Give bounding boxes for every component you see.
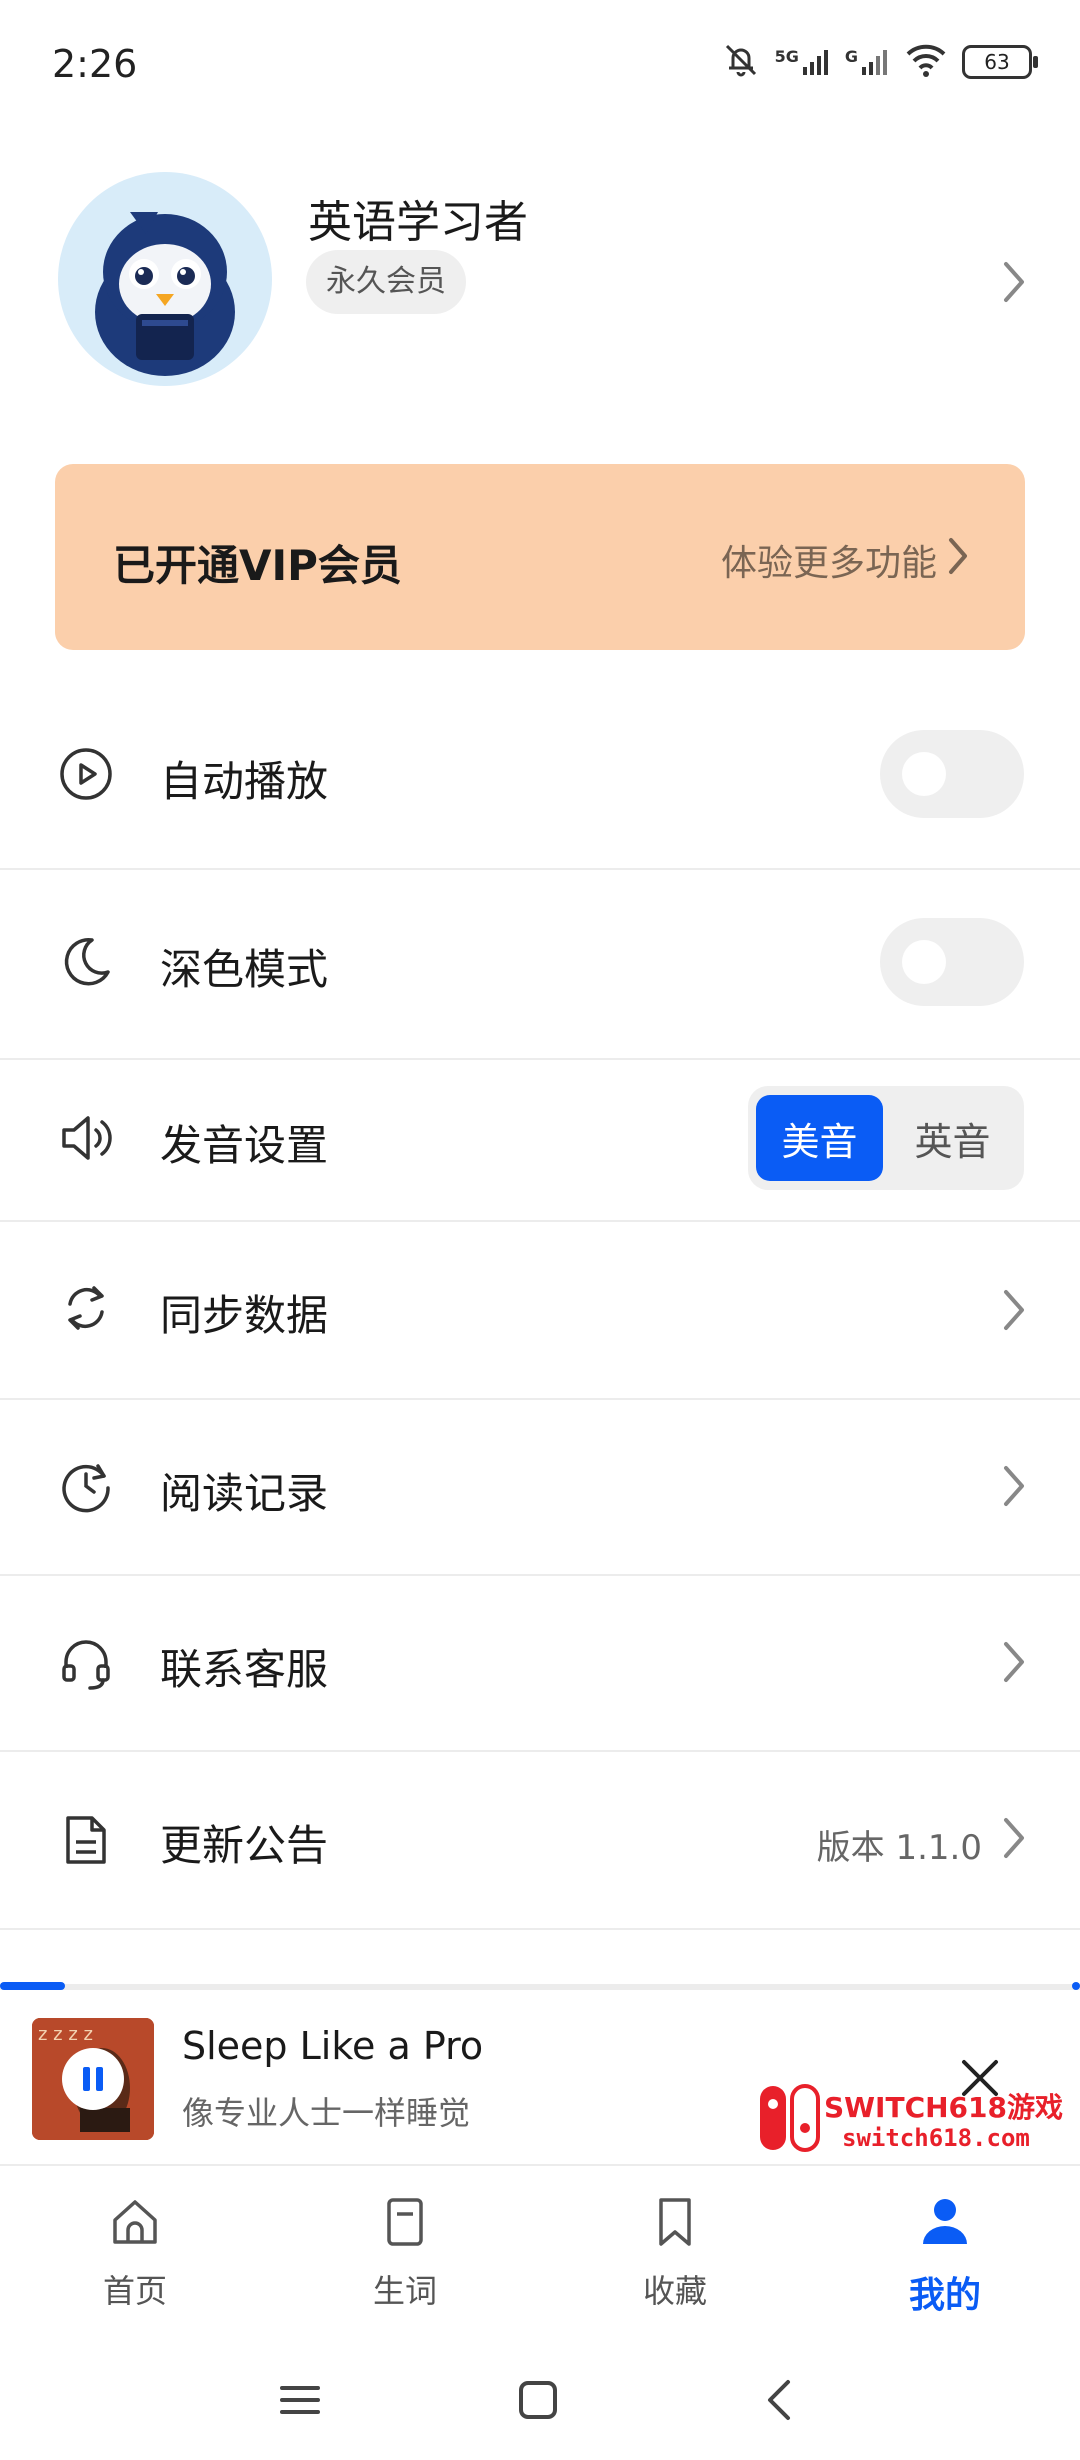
network-5g-label: 5G — [774, 47, 799, 66]
chevron-right-icon — [1000, 1638, 1028, 1690]
progress-end-dot — [1072, 1982, 1080, 1990]
bell-muted-icon — [721, 40, 761, 84]
watermark-title: SWITCH618游戏 — [824, 2091, 1063, 2124]
back-icon — [768, 2380, 790, 2420]
chevron-right-icon — [1000, 1462, 1028, 1514]
settings-row-updates[interactable]: 更新公告 版本 1.1.0 — [0, 1750, 1080, 1930]
moon-icon — [58, 934, 114, 994]
toggle-knob — [902, 940, 946, 984]
tab-vocabulary[interactable]: 生词 — [270, 2166, 540, 2336]
home-icon — [113, 2200, 157, 2244]
history-label: 阅读记录 — [160, 1469, 329, 1518]
settings-row-pronunciation: 发音设置 美音 英音 — [0, 1058, 1080, 1222]
settings-row-history[interactable]: 阅读记录 — [0, 1398, 1080, 1576]
settings-row-sync[interactable]: 同步数据 — [0, 1220, 1080, 1400]
notebook-icon — [387, 2198, 423, 2246]
status-time: 2:26 — [52, 42, 138, 86]
pause-button[interactable] — [62, 2048, 124, 2110]
pronunciation-label: 发音设置 — [160, 1121, 329, 1170]
tab-vocabulary-label: 生词 — [372, 2272, 437, 2310]
chevron-right-icon — [947, 536, 969, 585]
version-value: 版本 1.1.0 — [816, 1828, 982, 1868]
accent-uk-option[interactable]: 英音 — [889, 1095, 1016, 1181]
sync-label: 同步数据 — [160, 1291, 329, 1340]
vip-link-label: 体验更多功能 — [720, 543, 937, 584]
sync-icon — [58, 1280, 114, 1340]
playback-progress-fill — [0, 1982, 65, 1990]
tab-mine-label: 我的 — [908, 2275, 981, 2316]
toggle-knob — [902, 752, 946, 796]
settings-row-dark-mode: 深色模式 — [0, 868, 1080, 1060]
autoplay-label: 自动播放 — [160, 757, 329, 806]
dark-mode-label: 深色模式 — [160, 945, 329, 994]
track-subtitle: 像专业人士一样睡觉 — [182, 2094, 471, 2132]
chevron-right-icon — [1000, 1814, 1028, 1866]
vip-title: 已开通VIP会员 — [113, 541, 402, 590]
avatar[interactable] — [58, 172, 272, 386]
vip-more-link[interactable]: 体验更多功能 — [721, 534, 969, 586]
dark-mode-toggle[interactable] — [880, 918, 1024, 1006]
pronunciation-segmented-control: 美音 英音 — [748, 1086, 1024, 1190]
accent-us-option[interactable]: 美音 — [756, 1095, 883, 1181]
history-clock-icon — [58, 1458, 114, 1518]
tab-favorites-label: 收藏 — [642, 2272, 707, 2310]
watermark-url: switch618.com — [842, 2124, 1030, 2152]
document-icon — [58, 1812, 114, 1872]
bookmark-icon — [659, 2198, 691, 2246]
system-nav-bar — [0, 2360, 1080, 2460]
penguin-avatar-icon — [95, 212, 235, 376]
play-circle-icon — [58, 746, 114, 806]
watermark: SWITCH618游戏 switch618.com — [758, 2084, 1068, 2154]
track-title: Sleep Like a Pro — [182, 2024, 484, 2068]
tab-favorites[interactable]: 收藏 — [540, 2166, 810, 2336]
member-badge: 永久会员 — [306, 250, 466, 314]
menu-nav-button[interactable] — [278, 2378, 322, 2426]
tab-mine[interactable]: 我的 — [810, 2166, 1080, 2336]
status-icons: 5G G 63 — [721, 40, 1038, 84]
support-label: 联系客服 — [160, 1645, 329, 1694]
switch-logo-icon — [760, 2084, 820, 2152]
mini-player[interactable]: z z z z Sleep Like a Pro 像专业人士一样睡觉 SWITC… — [0, 1994, 1080, 2166]
signal-5g-icon: 5G — [775, 47, 831, 77]
settings-row-autoplay: 自动播放 — [0, 680, 1080, 870]
album-cover: z z z z — [32, 2018, 154, 2140]
speaker-icon — [58, 1110, 118, 1170]
tab-home[interactable]: 首页 — [0, 2166, 270, 2336]
person-icon — [923, 2199, 967, 2244]
menu-icon — [280, 2386, 320, 2414]
svg-text:z z z z: z z z z — [38, 2024, 93, 2045]
home-nav-button[interactable] — [516, 2378, 560, 2426]
username: 英语学习者 — [308, 197, 528, 248]
autoplay-toggle[interactable] — [880, 730, 1024, 818]
signal-g-icon: G — [845, 47, 890, 77]
wifi-icon — [904, 42, 948, 82]
bottom-tab-bar: 首页 生词 收藏 我的 — [0, 2166, 1080, 2336]
battery-icon: 63 — [962, 45, 1038, 79]
playback-progress-track[interactable] — [0, 1984, 1080, 1990]
back-nav-button[interactable] — [758, 2378, 802, 2426]
network-g-label: G — [844, 47, 858, 66]
chevron-right-icon[interactable] — [1000, 258, 1028, 310]
square-icon — [519, 2381, 557, 2419]
headset-icon — [58, 1636, 114, 1696]
vip-card[interactable]: 已开通VIP会员 体验更多功能 — [55, 464, 1025, 650]
pause-icon — [83, 2067, 103, 2091]
tab-home-label: 首页 — [102, 2272, 167, 2310]
chevron-right-icon — [1000, 1286, 1028, 1338]
updates-label: 更新公告 — [160, 1821, 329, 1870]
settings-row-support[interactable]: 联系客服 — [0, 1574, 1080, 1752]
